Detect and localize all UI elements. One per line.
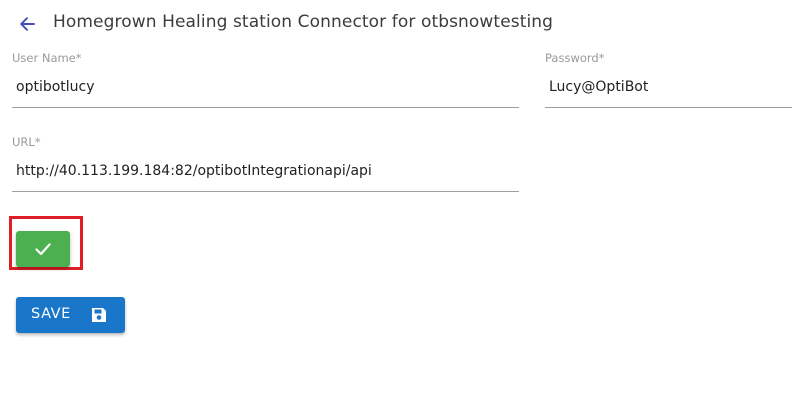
username-input[interactable]: [12, 77, 519, 97]
username-label: User Name*: [12, 51, 82, 65]
page-header: Homegrown Healing station Connector for …: [0, 0, 792, 46]
password-input[interactable]: [545, 77, 792, 97]
floppy-disk-icon: [90, 306, 108, 328]
validate-button[interactable]: [16, 231, 70, 267]
save-button-label: SAVE: [31, 306, 71, 322]
url-underline: [12, 191, 519, 192]
url-label: URL*: [12, 135, 41, 149]
save-button[interactable]: SAVE: [16, 297, 125, 333]
url-field: URL*: [12, 135, 519, 195]
password-underline: [545, 107, 792, 108]
arrow-left-icon: [14, 11, 40, 37]
connector-page: Homegrown Healing station Connector for …: [0, 0, 792, 406]
back-button[interactable]: [14, 11, 40, 37]
password-field: Password*: [545, 51, 792, 111]
password-label: Password*: [545, 51, 605, 65]
username-field: User Name*: [12, 51, 519, 111]
username-underline: [12, 107, 519, 108]
page-title: Homegrown Healing station Connector for …: [53, 12, 554, 32]
url-input[interactable]: [12, 161, 519, 181]
